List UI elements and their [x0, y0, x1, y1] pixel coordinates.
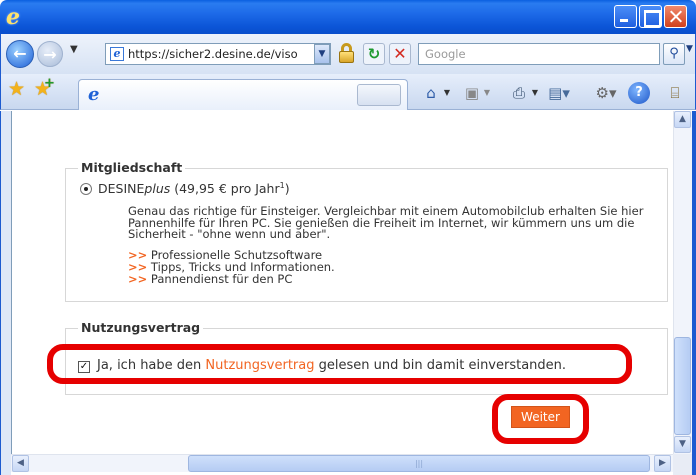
scroll-right-button[interactable]: ▶ [654, 455, 671, 472]
red-highlight-next [492, 394, 589, 444]
feeds-icon[interactable]: ▣ [462, 82, 482, 104]
page-menu-icon[interactable]: ▤▾ [548, 82, 570, 104]
feature-text: Pannendienst für den PC [147, 272, 293, 286]
back-arrow-icon: ← [13, 44, 27, 63]
tab-page-icon: e [88, 84, 100, 105]
red-highlight-checkbox [47, 344, 632, 384]
scroll-left-button[interactable]: ◀ [12, 455, 29, 472]
print-icon[interactable]: ⎙ [508, 82, 530, 104]
feature-item: >> Pannendienst für den PC [128, 272, 292, 286]
minimize-button[interactable] [614, 5, 637, 28]
plan-close: ) [284, 181, 290, 197]
address-dropdown-button[interactable]: ▼ [314, 44, 330, 64]
page-favicon-icon: e [110, 47, 124, 61]
stop-icon: ✕ [393, 44, 407, 63]
vertical-scroll-thumb[interactable] [674, 337, 691, 435]
forward-button[interactable]: → [37, 41, 63, 67]
scrollbar-corner [673, 454, 692, 475]
refresh-icon: ↻ [367, 45, 381, 63]
home-dropdown[interactable]: ▼ [442, 82, 452, 104]
contract-legend: Nutzungsvertrag [78, 320, 204, 335]
search-input[interactable]: Google [418, 43, 660, 65]
search-icon: ⚲ [669, 46, 679, 61]
search-options-dropdown[interactable]: ▼ [686, 44, 693, 54]
print-dropdown[interactable]: ▼ [530, 82, 540, 104]
plan-description: Genau das richtige für Einsteiger. Vergl… [128, 204, 644, 241]
recent-pages-dropdown[interactable]: ▼ [70, 44, 78, 55]
horizontal-scroll-thumb[interactable]: ||| [188, 455, 650, 472]
plan-suffix: plus [144, 181, 171, 197]
window-frame-right [692, 111, 696, 475]
address-input[interactable]: https://sicher2.desine.de/viso [105, 43, 331, 65]
new-tab-button[interactable] [357, 84, 401, 106]
scroll-down-button[interactable]: ▼ [674, 436, 691, 453]
plan-price: (49,95 € pro Jahr [170, 181, 280, 197]
window-frame-left [0, 111, 11, 475]
scroll-up-button[interactable]: ▲ [674, 111, 691, 128]
feature-arrow: >> [128, 272, 148, 286]
close-button[interactable] [664, 5, 687, 28]
plan-name: DESINE [98, 181, 145, 197]
stop-button[interactable]: ✕ [389, 43, 411, 65]
tools-icon[interactable]: ⚙▾ [595, 82, 617, 104]
plan-radio-button[interactable] [80, 183, 92, 195]
feeds-dropdown[interactable]: ▼ [482, 82, 492, 104]
membership-legend: Mitgliedschaft [78, 160, 186, 175]
plan-label: DESINEplus (49,95 € pro Jahr1) [98, 181, 290, 196]
add-favorites-icon[interactable]: ★ [34, 76, 55, 100]
title-bar [0, 0, 696, 34]
search-button[interactable]: ⚲ [663, 43, 685, 65]
help-icon[interactable]: ? [628, 82, 650, 104]
internet-explorer-icon: e [6, 4, 20, 30]
maximize-button[interactable] [639, 5, 662, 28]
lock-icon[interactable] [337, 42, 357, 64]
research-icon[interactable]: ⌸ [664, 82, 686, 104]
forward-arrow-icon: → [43, 45, 57, 64]
back-button[interactable]: ← [6, 40, 34, 68]
favorites-star-icon[interactable]: ★ [8, 78, 25, 100]
refresh-button[interactable]: ↻ [363, 43, 385, 65]
home-icon[interactable]: ⌂ [420, 82, 442, 104]
